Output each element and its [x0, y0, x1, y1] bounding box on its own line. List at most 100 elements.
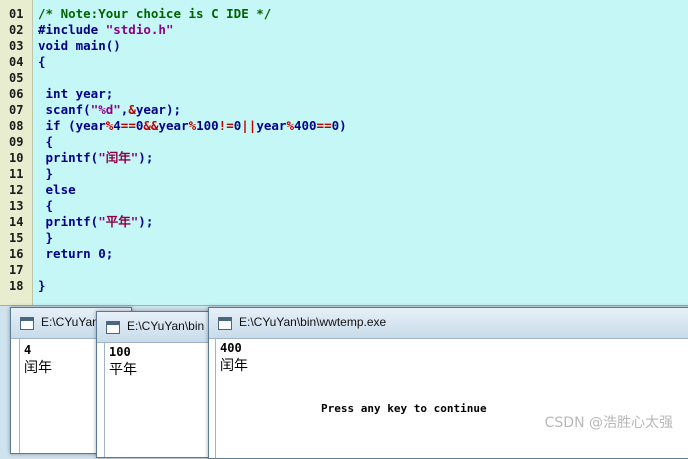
code-token: { — [38, 54, 46, 69]
code-line[interactable]: 02 #include "stdio.h" — [0, 22, 688, 38]
line-number: 05 — [9, 71, 24, 85]
code-token: else — [38, 182, 76, 197]
line-number: 11 — [9, 167, 24, 181]
code-token: void main() — [38, 38, 121, 53]
code-text: } — [38, 278, 46, 294]
code-token: 400 — [293, 118, 317, 133]
code-line[interactable]: 08 if (year%4==0&&year%100!=0||year%400=… — [0, 118, 688, 134]
code-line[interactable]: 04 { — [0, 54, 688, 70]
code-token: #include — [38, 22, 106, 37]
console-3-result: 闰年 — [220, 358, 248, 374]
code-token: /* Note:Your choice is C IDE */ — [38, 6, 272, 21]
code-token: printf( — [38, 214, 99, 229]
console-3-input: 400 — [220, 341, 242, 355]
code-line[interactable]: 16 return 0; — [0, 246, 688, 262]
console-window-icon — [106, 321, 120, 334]
code-text: printf("平年"); — [38, 214, 154, 230]
code-token: scanf( — [38, 102, 91, 117]
code-line[interactable]: 06 int year; — [0, 86, 688, 102]
code-token: } — [38, 230, 54, 245]
code-token: { — [38, 198, 54, 213]
csdn-watermark: CSDN @浩胜心太强 — [544, 415, 673, 431]
code-text: int year; — [38, 86, 114, 102]
code-token: ); — [138, 150, 154, 165]
code-text: { — [38, 134, 54, 150]
code-editor[interactable]: 01 /* Note:Your choice is C IDE */ 02 #incl… — [0, 0, 688, 306]
code-token: == — [316, 118, 332, 133]
line-number: 13 — [9, 199, 24, 213]
code-token: year); — [135, 102, 182, 117]
code-token: return 0; — [38, 246, 114, 261]
code-token: ); — [138, 214, 154, 229]
code-line[interactable]: 14 printf("平年"); — [0, 214, 688, 230]
code-token: 100 — [196, 118, 219, 133]
code-line[interactable]: 13 { — [0, 198, 688, 214]
code-token: 4 — [113, 118, 121, 133]
line-number: 10 — [9, 151, 24, 165]
line-number: 02 — [9, 23, 24, 37]
line-number: 07 — [9, 103, 24, 117]
code-line[interactable]: 18} — [0, 278, 688, 294]
line-number: 06 — [9, 87, 24, 101]
console-window-3-titlebar[interactable]: E:\CYuYan\bin\wwtemp.exe — [209, 308, 688, 339]
code-text: return 0; — [38, 246, 114, 262]
console-window-2-title: E:\CYuYan\bin — [127, 319, 205, 333]
code-line[interactable]: 15 } — [0, 230, 688, 246]
code-token: 0) — [331, 118, 347, 133]
code-token: 闰年 — [105, 150, 131, 165]
code-line[interactable]: 03 void main() — [0, 38, 688, 54]
console-window-3[interactable]: E:\CYuYan\bin\wwtemp.exe 400 闰年 Press an… — [208, 307, 688, 459]
code-token: int year; — [38, 86, 114, 101]
line-number: 04 — [9, 55, 24, 69]
code-line[interactable]: 12 else — [0, 182, 688, 198]
code-text: } — [38, 166, 54, 182]
code-token: year — [256, 118, 287, 133]
code-line[interactable]: 09 { — [0, 134, 688, 150]
code-token: != — [218, 118, 234, 133]
code-token: { — [38, 134, 54, 149]
code-text: printf("闰年"); — [38, 150, 154, 166]
line-number: 16 — [9, 247, 24, 261]
line-number: 14 — [9, 215, 24, 229]
code-text: if (year%4==0&&year%100!=0||year%400==0) — [38, 118, 347, 134]
code-text: /* Note:Your choice is C IDE */ — [38, 6, 271, 22]
code-token: } — [38, 166, 54, 181]
code-token: "%d" — [90, 102, 121, 117]
code-line[interactable]: 01 /* Note:Your choice is C IDE */ — [0, 6, 688, 22]
code-token: % — [286, 118, 294, 133]
line-number: 17 — [9, 263, 24, 277]
code-token: } — [38, 278, 46, 293]
code-text: { — [38, 54, 46, 70]
code-line[interactable]: 05 — [0, 70, 688, 86]
code-text: } — [38, 230, 54, 246]
code-token: year — [158, 118, 189, 133]
console-window-3-output[interactable]: 400 闰年 Press any key to continue — [215, 339, 688, 458]
code-token: & — [128, 102, 136, 117]
code-line[interactable]: 10 printf("闰年"); — [0, 150, 688, 166]
line-number: 08 — [9, 119, 24, 133]
console-window-3-title: E:\CYuYan\bin\wwtemp.exe — [239, 315, 387, 329]
line-number: 01 — [9, 7, 24, 21]
code-text: scanf("%d",&year); — [38, 102, 182, 118]
console-2-result: 平年 — [109, 362, 137, 378]
code-token: || — [241, 118, 257, 133]
code-token: == — [120, 118, 136, 133]
console-window-icon — [20, 317, 34, 330]
console-window-1-title: E:\CYuYan — [41, 315, 99, 329]
code-text: void main() — [38, 38, 121, 54]
code-line[interactable]: 11 } — [0, 166, 688, 182]
press-any-key-prompt: Press any key to continue — [321, 402, 487, 415]
code-token: "stdio.h" — [105, 22, 174, 37]
line-number: 03 — [9, 39, 24, 53]
code-line[interactable]: 17 — [0, 262, 688, 278]
line-number: 18 — [9, 279, 24, 293]
line-number: 09 — [9, 135, 24, 149]
code-token: 平年 — [105, 214, 131, 229]
line-number: 15 — [9, 231, 24, 245]
console-1-result: 闰年 — [24, 360, 52, 376]
console-1-input: 4 — [24, 343, 32, 357]
code-line[interactable]: 07 scanf("%d",&year); — [0, 102, 688, 118]
code-token: % — [188, 118, 197, 133]
code-token: " — [98, 214, 106, 229]
code-token: printf( — [38, 150, 99, 165]
